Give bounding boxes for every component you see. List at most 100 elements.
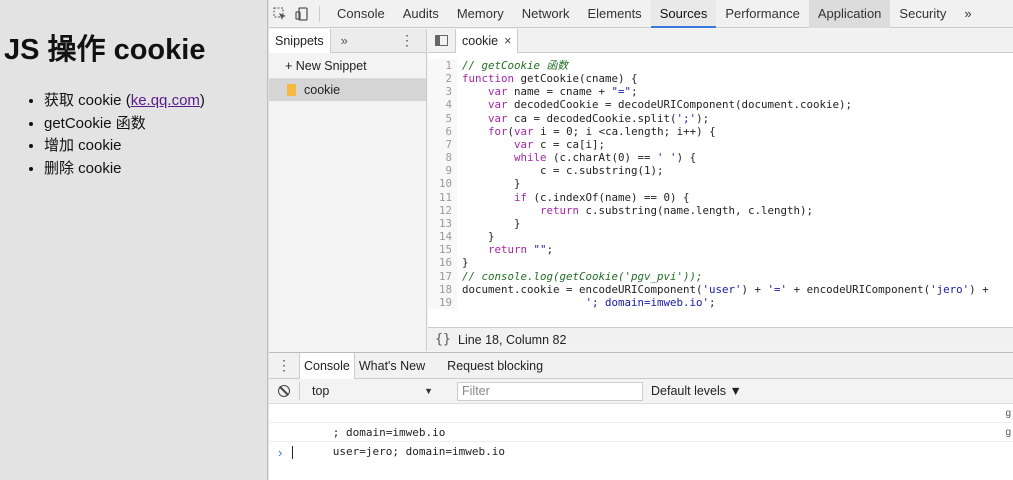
devtools-tabbar: Console Audits Memory Network Elements S…: [269, 0, 1013, 28]
code-text: var ca = decodedCookie.split(';');: [488, 111, 710, 125]
code-text: if (c.indexOf(name) == 0) {: [514, 190, 690, 204]
tab-sources[interactable]: Sources: [650, 0, 717, 28]
tab-snippets[interactable]: Snippets: [269, 28, 331, 53]
new-snippet-button[interactable]: + New Snippet: [269, 53, 426, 79]
tab-application[interactable]: Application: [808, 0, 891, 28]
drawer-tab-whats-new[interactable]: What's New: [355, 353, 429, 379]
pretty-print-icon[interactable]: {}: [428, 332, 458, 347]
line-number[interactable]: 16: [428, 256, 457, 270]
device-toolbar-icon[interactable]: [291, 0, 313, 28]
drawer-menu-icon[interactable]: ⋮: [269, 357, 299, 374]
tab-elements[interactable]: Elements: [578, 0, 650, 28]
line-number[interactable]: 8: [428, 151, 457, 165]
code-line: 18 document.cookie = encodeURIComponent('…: [428, 282, 1013, 296]
line-number[interactable]: 1: [428, 59, 457, 73]
line-number[interactable]: 17: [428, 269, 457, 283]
line-number[interactable]: 11: [428, 190, 457, 204]
code-text: while (c.charAt(0) == ' ') {: [514, 151, 697, 165]
line-number[interactable]: 4: [428, 98, 457, 112]
inspect-element-icon[interactable]: [269, 0, 291, 28]
topic-list: 获取 cookie (ke.qq.com) getCookie 函数 增加 co…: [44, 90, 205, 181]
code-text: c = c.substring(1);: [462, 164, 664, 178]
more-tabs-icon[interactable]: »: [955, 0, 980, 28]
navigator-menu-icon[interactable]: ⋮: [400, 32, 426, 49]
tab-console[interactable]: Console: [328, 0, 394, 28]
divider: [319, 5, 320, 22]
code-line: 9 c = c.substring(1);: [428, 164, 1013, 178]
file-tab-cookie[interactable]: cookie ×: [456, 28, 519, 53]
line-number[interactable]: 10: [428, 177, 457, 191]
tab-network[interactable]: Network: [513, 0, 579, 28]
code-line: 12 return c.substring(name.length, c.len…: [428, 203, 1013, 217]
list-item: 获取 cookie (ke.qq.com): [44, 90, 205, 113]
code-text: var c = ca[i];: [514, 137, 606, 151]
console-drawer: ⋮ Console What's New Request blocking to…: [269, 352, 1013, 480]
code-text: for(var i = 0; i <ca.length; i++) {: [488, 124, 716, 138]
code-line: 14 }: [428, 230, 1013, 244]
code-line: 16}: [428, 256, 1013, 270]
line-number[interactable]: 6: [428, 124, 457, 138]
code-text: var name = cname + "=";: [488, 85, 638, 99]
line-number[interactable]: 13: [428, 216, 457, 231]
snippet-item-cookie[interactable]: cookie: [269, 79, 426, 101]
devtools-panel: Console Audits Memory Network Elements S…: [269, 0, 1013, 480]
tab-audits[interactable]: Audits: [394, 0, 448, 28]
code-area[interactable]: 1 // getCookie 函数 2 function getCookie(cnam…: [428, 59, 1013, 309]
code-text: }: [462, 230, 495, 244]
line-number[interactable]: 19: [428, 295, 457, 309]
code-line: 10 }: [428, 177, 1013, 191]
tab-memory[interactable]: Memory: [448, 0, 513, 28]
link-ke-qq[interactable]: ke.qq.com: [131, 92, 200, 109]
code-text: // console.log(getCookie('pgv_pvi'));: [462, 269, 703, 283]
log-source-link[interactable]: g: [1005, 423, 1011, 442]
line-number[interactable]: 3: [428, 85, 457, 99]
list-item-text: 获取 cookie (: [44, 92, 131, 109]
code-text: // getCookie 函数: [462, 59, 569, 72]
line-number[interactable]: 7: [428, 137, 457, 152]
list-item: getCookie 函数: [44, 113, 205, 136]
line-number[interactable]: 5: [428, 111, 457, 125]
line-number[interactable]: 9: [428, 164, 457, 178]
file-icon: [287, 84, 296, 96]
code-line: 15 return "";: [428, 243, 1013, 257]
drawer-tab-request-blocking[interactable]: Request blocking: [443, 353, 547, 379]
code-line: 3 var name = cname + "=";: [428, 85, 1013, 99]
clear-console-icon[interactable]: [269, 385, 299, 397]
tab-security[interactable]: Security: [890, 0, 955, 28]
navigator-header: Snippets » ⋮: [269, 28, 426, 53]
code-text: '; domain=imweb.io';: [585, 295, 716, 309]
toggle-navigator-icon[interactable]: [428, 28, 456, 53]
line-number[interactable]: 15: [428, 243, 457, 257]
console-message: ; domain=imweb.io g: [269, 404, 1013, 439]
web-page: JS 操作 cookie 获取 cookie (ke.qq.com) getCo…: [0, 0, 268, 480]
line-number[interactable]: 2: [428, 72, 457, 86]
sources-navigator: Snippets » ⋮ + New Snippet cookie: [269, 28, 427, 351]
editor-status-bar: {} Line 18, Column 82: [428, 327, 1013, 351]
close-icon[interactable]: ×: [504, 29, 511, 53]
drawer-tabbar: ⋮ Console What's New Request blocking: [269, 352, 1013, 379]
list-item-text: ): [199, 92, 205, 109]
code-editor: cookie × 1 // getCookie 函数 2 function getCo…: [428, 28, 1013, 351]
code-line: 5 var ca = decodedCookie.split(';');: [428, 111, 1013, 125]
line-number[interactable]: 18: [428, 282, 457, 296]
list-item: 增加 cookie: [44, 135, 205, 158]
drawer-tab-console[interactable]: Console: [299, 352, 355, 379]
log-source-link[interactable]: g: [1005, 404, 1011, 423]
code-line: 13 }: [428, 216, 1013, 231]
code-text: return "";: [488, 243, 554, 257]
code-line: 6 for(var i = 0; i <ca.length; i++) {: [428, 124, 1013, 138]
code-line: 17 // console.log(getCookie('pgv_pvi'));: [428, 269, 1013, 283]
line-number[interactable]: 12: [428, 203, 457, 217]
cursor-position: Line 18, Column 82: [458, 332, 567, 347]
filter-input[interactable]: [457, 381, 643, 401]
list-item: 删除 cookie: [44, 158, 205, 181]
more-navigator-tabs-icon[interactable]: »: [331, 33, 358, 48]
page-title: JS 操作 cookie: [4, 34, 206, 66]
tab-performance[interactable]: Performance: [716, 0, 808, 28]
console-toolbar: top ▼ Default levels ▼: [269, 379, 1013, 404]
line-number[interactable]: 14: [428, 230, 457, 244]
context-selector[interactable]: top ▼: [299, 382, 441, 400]
code-line: 8 while (c.charAt(0) == ' ') {: [428, 151, 1013, 165]
log-levels-dropdown[interactable]: Default levels ▼: [651, 384, 742, 398]
code-line: 7 var c = ca[i];: [428, 137, 1013, 152]
